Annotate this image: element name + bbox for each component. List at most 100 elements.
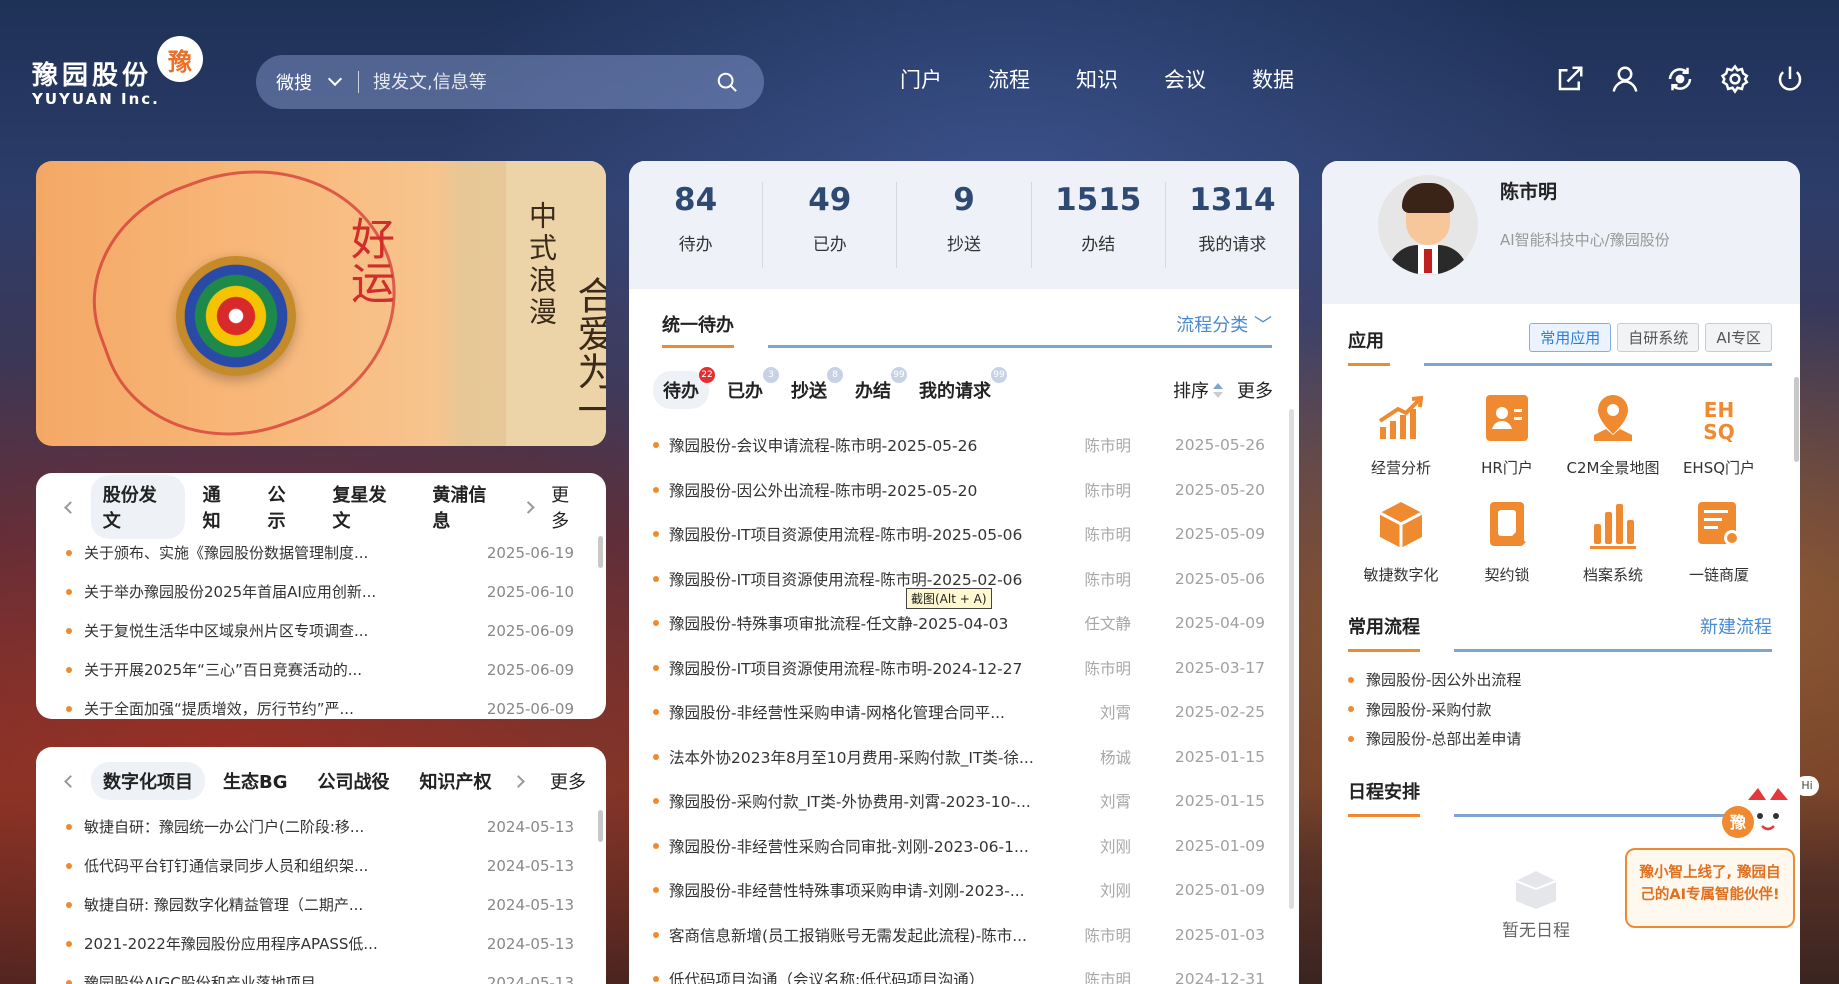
tab-notice[interactable]: 通知 [191, 475, 250, 539]
stat-value: 1314 [1189, 182, 1276, 218]
tab-ip[interactable]: 知识产权 [408, 762, 504, 800]
subtab-cc[interactable]: 抄送 8 [781, 367, 843, 409]
table-row[interactable]: 豫园股份-采购付款_IT类-外协费用-刘霄-2023-10-... 刘霄 2025-… [653, 779, 1273, 824]
app-label: 契约锁 [1484, 566, 1530, 584]
company-logo[interactable]: 豫园股份 YUYUAN Inc. [32, 55, 160, 108]
nav-data[interactable]: 数据 [1252, 64, 1294, 94]
table-row[interactable]: 豫园股份-IT项目资源使用流程-陈市明-2025-05-06 陈市明 2025-05… [653, 512, 1273, 557]
subtab-closed[interactable]: 办结 99 [845, 367, 907, 409]
tab-digital-projects[interactable]: 数字化项目 [91, 762, 205, 800]
assistant-hi-bubble[interactable]: Hi [1795, 776, 1819, 796]
subtab-my-requests[interactable]: 我的请求 99 [909, 367, 1007, 409]
list-item[interactable]: 敏捷自研：豫园统一办公门户(二阶段:移... 2024-05-13 [66, 807, 606, 846]
promo-banner[interactable]: 好运 中式浪漫 合爱为一 [36, 161, 606, 446]
stat-done[interactable]: 49 已办 [763, 182, 898, 268]
section-underline [1348, 814, 1420, 817]
avatar[interactable] [1378, 175, 1478, 275]
stat-closed[interactable]: 1515 办结 [1032, 182, 1166, 268]
tab-corporate-docs[interactable]: 股份发文 [90, 475, 185, 539]
table-row[interactable]: 豫园股份-非经营性采购申请-网格化管理合同平... 刘霄 2025-02-25 [653, 690, 1273, 735]
table-row[interactable]: 法本外协2023年8月至10月费用-采购付款_IT类-徐... 杨诚 2025-01… [653, 735, 1273, 780]
power-icon[interactable] [1775, 64, 1805, 94]
chevron-down-icon[interactable] [327, 71, 343, 87]
table-row[interactable]: 豫园股份-因公外出流程-陈市明-2025-05-20 陈市明 2025-05-20 [653, 468, 1273, 513]
list-item[interactable]: 敏捷自研: 豫园数字化精益管理（二期产... 2024-05-13 [66, 885, 606, 924]
tab-eco-bg[interactable]: 生态BG [211, 762, 300, 800]
list-item[interactable]: 关于开展2025年“三心”百日竞赛活动的... 2025-06-09 [66, 650, 606, 689]
banner-ornament [176, 256, 296, 376]
section-divider [1454, 649, 1772, 652]
list-item[interactable]: 关于复悦生活华中区域泉州片区专项调查... 2025-06-09 [66, 611, 606, 650]
app-agile-digital[interactable]: 敏捷数字化 [1348, 498, 1454, 585]
chevron-left-icon[interactable] [64, 774, 77, 788]
user-icon[interactable] [1610, 64, 1640, 94]
app-hr-portal[interactable]: HR门户 [1454, 391, 1560, 478]
search-input[interactable] [373, 71, 693, 93]
list-item[interactable]: 豫园股份AIGC股份和产业落地项目 2024-05-13 [66, 963, 606, 984]
task-scrollbar[interactable] [1289, 409, 1294, 909]
task-date: 2025-02-25 [1174, 703, 1265, 722]
projects-more-link[interactable]: 更多 [550, 768, 586, 794]
task-section-header: 统一待办 流程分类 ﹀ [662, 311, 1272, 355]
chip-common-apps[interactable]: 常用应用 [1529, 323, 1612, 352]
list-item[interactable]: 关于全面加强“提质增效，厉行节约”严... 2025-06-09 [66, 689, 606, 719]
stat-my-requests[interactable]: 1314 我的请求 [1166, 182, 1299, 268]
project-title: 2021-2022年豫园股份应用程序APASS低... [84, 935, 378, 953]
chevron-right-icon[interactable] [511, 774, 525, 788]
chip-ai-zone[interactable]: AI专区 [1705, 323, 1772, 352]
app-c2m-map[interactable]: C2M全景地图 [1560, 391, 1666, 478]
app-contract-lock[interactable]: 契约锁 [1454, 498, 1560, 585]
stat-cc[interactable]: 9 抄送 [897, 182, 1032, 268]
tasks-more-link[interactable]: 更多 [1237, 377, 1273, 403]
list-item[interactable]: 关于颁布、实施《豫园股份数据管理制度... 2025-06-19 [66, 533, 606, 572]
table-row[interactable]: 豫园股份-非经营性特殊事项采购申请-刘刚-2023-... 刘刚 2025-01-0… [653, 868, 1273, 913]
search-scope-select[interactable]: 微搜 [276, 69, 312, 95]
app-ehsq-portal[interactable]: EH SQ EHSQ门户 [1666, 391, 1772, 478]
subtab-done[interactable]: 已办 3 [717, 367, 779, 409]
tab-campaigns[interactable]: 公司战役 [306, 762, 402, 800]
common-flows-list: 豫园股份-因公外出流程 豫园股份-采购付款 豫园股份-总部出差申请 [1348, 665, 1521, 754]
new-flow-link[interactable]: 新建流程 [1700, 613, 1772, 639]
list-item[interactable]: 低代码平台钉钉通信录同步人员和组织架... 2024-05-13 [66, 846, 606, 885]
list-item[interactable]: 2021-2022年豫园股份应用程序APASS低... 2024-05-13 [66, 924, 606, 963]
nav-knowledge[interactable]: 知识 [1076, 64, 1118, 94]
sync-icon[interactable] [1665, 64, 1695, 94]
table-row[interactable]: 豫园股份-会议申请流程-陈市明-2025-05-26 陈市明 2025-05-26 [653, 423, 1273, 468]
subtab-todo[interactable]: 待办 22 [653, 367, 715, 409]
assistant-promo-card[interactable]: 豫小智上线了, 豫园自己的AI专属智能伙伴! [1625, 848, 1795, 928]
news-scrollbar[interactable] [598, 536, 603, 568]
tab-publicity[interactable]: 公示 [256, 475, 315, 539]
stat-todo[interactable]: 84 待办 [629, 182, 764, 268]
list-item[interactable]: 豫园股份-总部出差申请 [1348, 724, 1521, 754]
app-archive-system[interactable]: 档案系统 [1560, 498, 1666, 585]
projects-scrollbar[interactable] [598, 810, 603, 842]
sidebar-scrollbar[interactable] [1794, 377, 1799, 462]
count-badge: 22 [699, 367, 715, 383]
ehsq-logo-icon: EHSQ [1703, 398, 1734, 444]
stat-label: 已办 [812, 235, 847, 255]
news-more-link[interactable]: 更多 [551, 481, 586, 533]
app-business-analysis[interactable]: 经营分析 [1348, 391, 1454, 478]
gear-icon[interactable] [1720, 64, 1750, 94]
table-row[interactable]: 豫园股份-非经营性采购合同审批-刘刚-2023-06-1... 刘刚 2025-01… [653, 824, 1273, 869]
svg-text:豫: 豫 [1730, 813, 1746, 832]
table-row[interactable]: 客商信息新增(员工报销账号无需发起此流程)-陈市... 陈市明 2025-01-03 [653, 913, 1273, 958]
table-row[interactable]: 低代码项目沟通（会议名称:低代码项目沟通） 陈市明 2024-12-31 [653, 957, 1273, 984]
nav-portal[interactable]: 门户 [900, 64, 942, 94]
process-category-dropdown[interactable]: 流程分类 ﹀ [1176, 311, 1272, 337]
table-row[interactable]: 豫园股份-IT项目资源使用流程-陈市明-2024-12-27 陈市明 2025-03… [653, 646, 1273, 691]
search-icon[interactable] [716, 71, 738, 93]
nav-meeting[interactable]: 会议 [1164, 64, 1206, 94]
list-item[interactable]: 豫园股份-采购付款 [1348, 695, 1521, 725]
sort-button[interactable]: 排序 [1173, 377, 1223, 403]
chevron-left-icon[interactable] [64, 500, 77, 514]
tab-huangpu-info[interactable]: 黄浦信息 [420, 475, 514, 539]
tab-fosun-docs[interactable]: 复星发文 [321, 475, 415, 539]
list-item[interactable]: 关于举办豫园股份2025年首届AI应用创新... 2025-06-10 [66, 572, 606, 611]
chevron-right-icon[interactable] [522, 500, 535, 514]
chip-inhouse-systems[interactable]: 自研系统 [1617, 323, 1700, 352]
nav-process[interactable]: 流程 [988, 64, 1030, 94]
list-item[interactable]: 豫园股份-因公外出流程 [1348, 665, 1521, 695]
external-link-icon[interactable] [1555, 64, 1585, 94]
app-chain-mall[interactable]: 一链商厦 [1666, 498, 1772, 585]
